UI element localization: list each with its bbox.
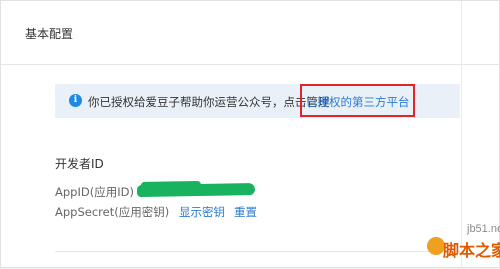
highlight-annotation-box bbox=[300, 84, 415, 117]
section-divider bbox=[55, 251, 460, 252]
developer-id-title: 开发者ID bbox=[55, 157, 104, 171]
config-card: 基本配置 i 你已授权给爱豆子帮助你运营公众号，点击管理 已授权的第三方平台 开… bbox=[0, 0, 500, 269]
reset-secret-link[interactable]: 重置 bbox=[234, 204, 257, 220]
show-secret-link[interactable]: 显示密钥 bbox=[179, 204, 225, 220]
right-divider bbox=[461, 1, 462, 269]
card-header: 基本配置 bbox=[1, 1, 500, 65]
page-title: 基本配置 bbox=[25, 27, 74, 41]
info-icon: i bbox=[69, 94, 82, 107]
notice-text: 你已授权给爱豆子帮助你运营公众号，点击管理 bbox=[88, 95, 330, 109]
appsecret-label: AppSecret(应用密钥) bbox=[55, 205, 170, 219]
redacted-appid-value bbox=[136, 182, 256, 198]
watermark-site: jb51.net bbox=[467, 223, 500, 235]
appid-label: AppID(应用ID) bbox=[55, 185, 134, 199]
watermark-name: 脚本之家 bbox=[443, 241, 500, 260]
